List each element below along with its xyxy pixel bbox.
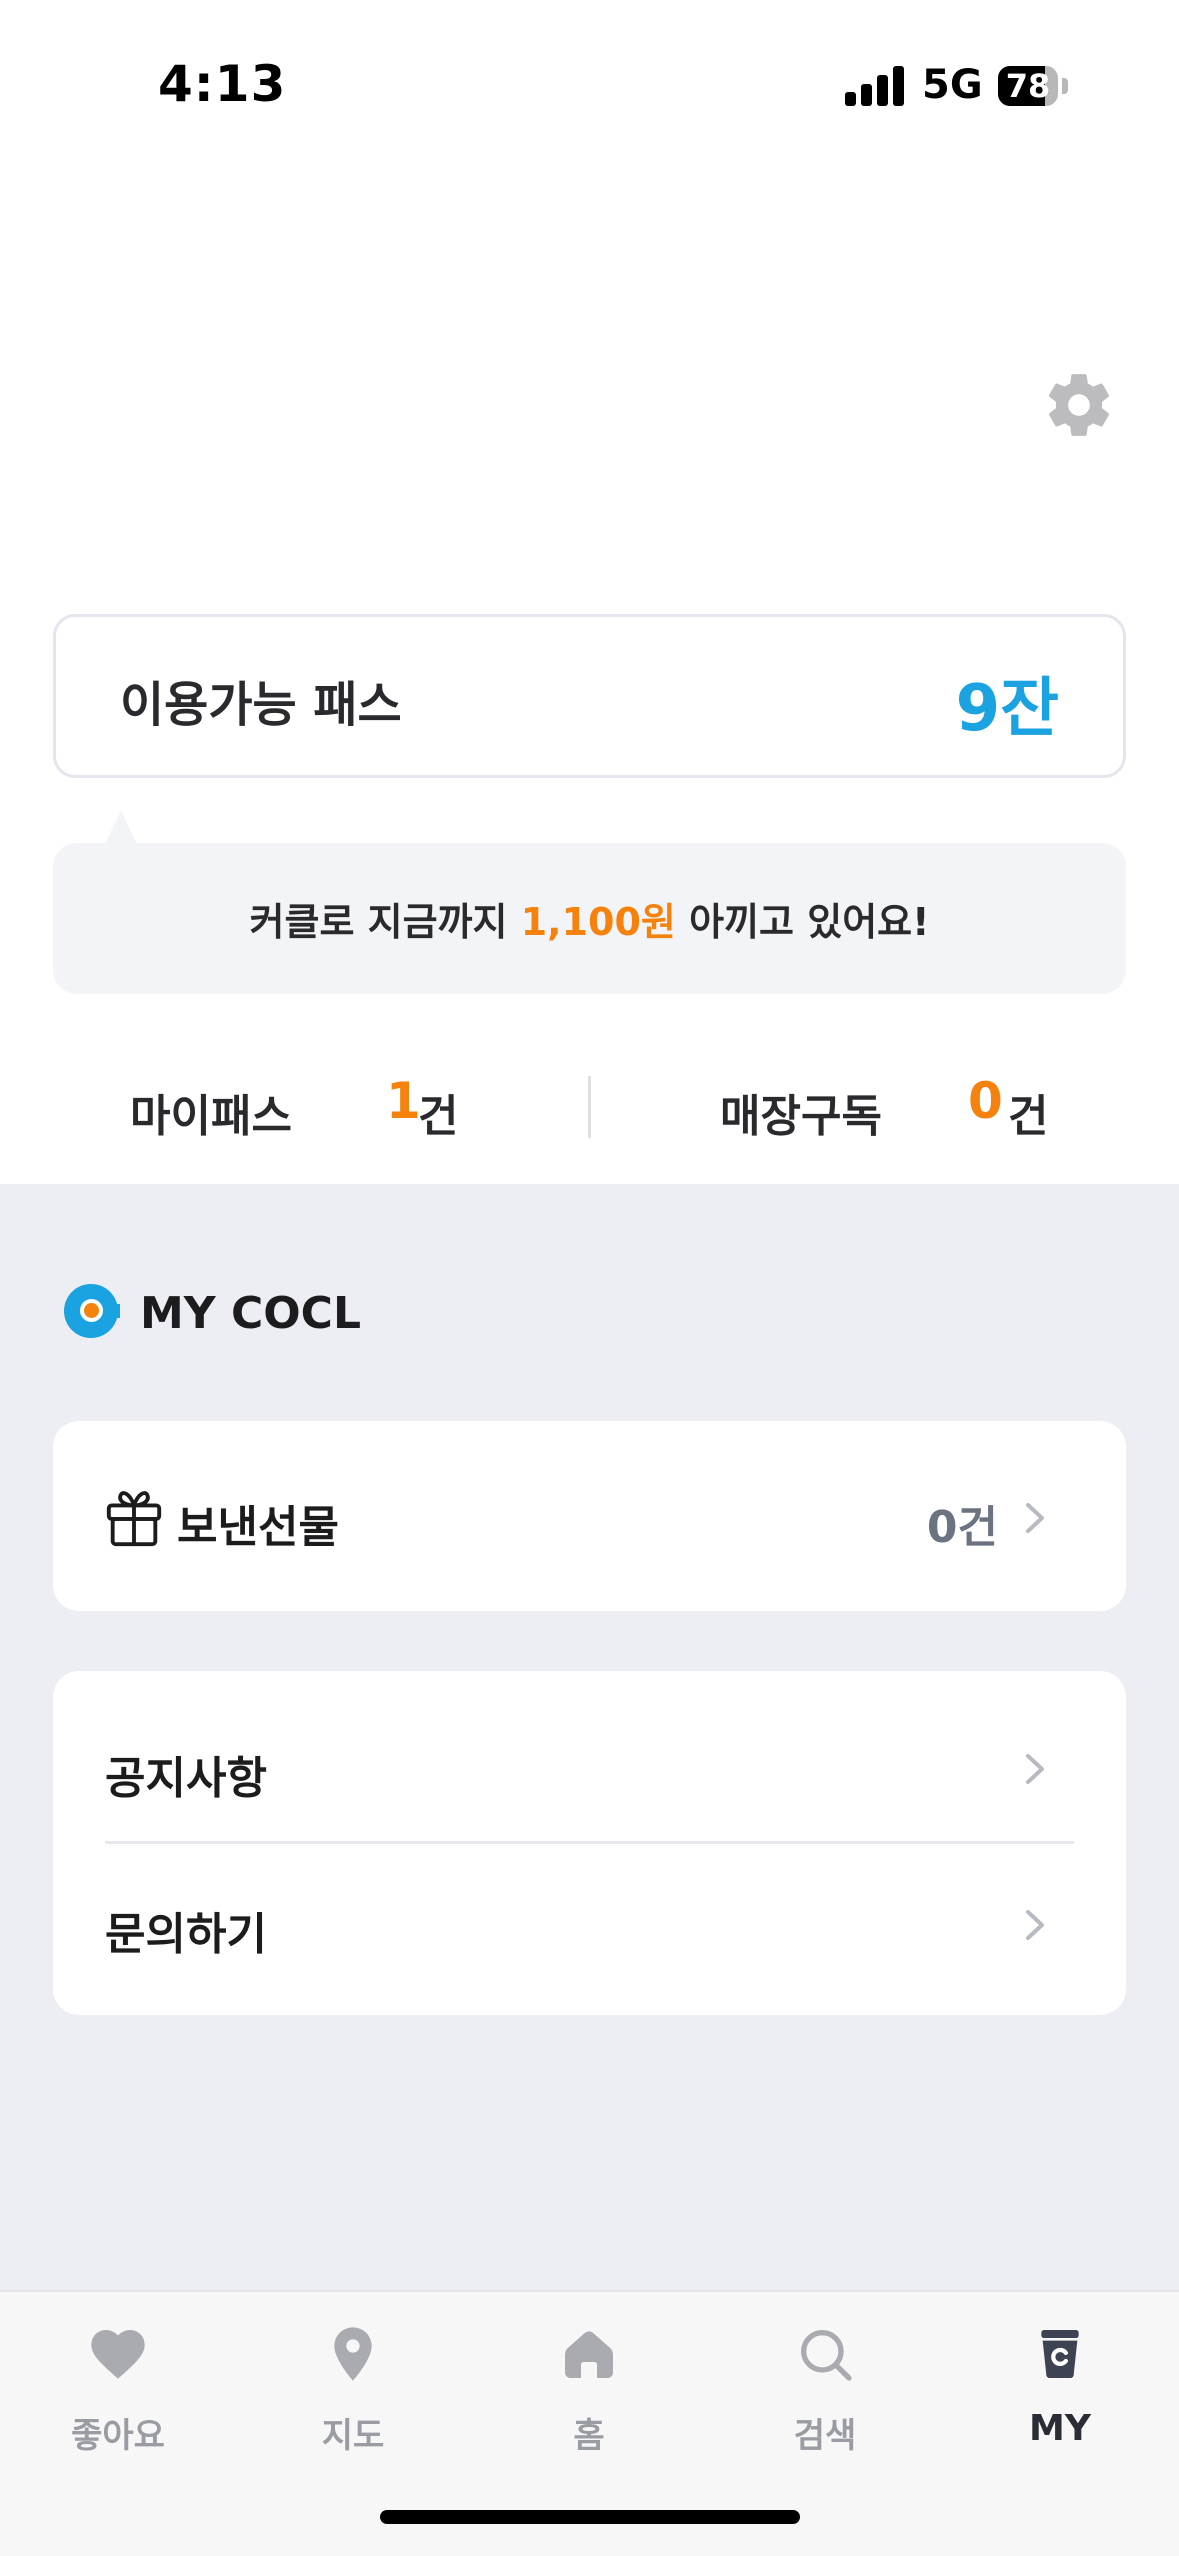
signal-icon (845, 66, 905, 106)
settings-button[interactable] (1042, 368, 1116, 442)
menu-item-inquiry[interactable]: 문의하기 (53, 1844, 1126, 1998)
home-icon (565, 2331, 613, 2378)
available-pass-card[interactable]: 이용가능 패스 9잔 (53, 614, 1126, 778)
status-bar: 4:13 5G 78 (0, 0, 1179, 170)
heart-icon (91, 2330, 145, 2379)
tab-label: 홈 (573, 2416, 605, 2456)
battery-cap (1062, 78, 1068, 94)
count-divider (588, 1076, 591, 1138)
sent-gifts-label: 보낸선물 (177, 1502, 339, 1553)
network-type: 5G (922, 62, 983, 108)
tab-home[interactable]: 홈 (489, 2312, 689, 2462)
mypass-count[interactable]: 1 (386, 1072, 421, 1130)
menu-item-label: 문의하기 (105, 1909, 267, 1960)
tab-my[interactable]: MY (960, 2312, 1160, 2462)
tab-map[interactable]: 지도 (253, 2312, 453, 2462)
tab-label: 검색 (793, 2416, 857, 2456)
store-subscription-label[interactable]: 매장구독 (720, 1080, 882, 1144)
savings-prefix: 커클로 지금까지 (249, 900, 521, 944)
my-cocl-title: MY COCL (140, 1288, 361, 1339)
chevron-right-icon (1026, 1754, 1044, 1784)
store-subscription-unit: 건 (1008, 1091, 1049, 1142)
sent-gifts-row[interactable]: 보낸선물 0건 (53, 1421, 1126, 1611)
chevron-right-icon (1026, 1910, 1044, 1940)
cocl-logo-icon (64, 1284, 120, 1338)
menu-card: 공지사항 문의하기 (53, 1671, 1126, 2015)
status-time: 4:13 (158, 55, 287, 113)
store-subscription-count[interactable]: 0 (968, 1072, 1003, 1130)
gift-icon (106, 1491, 162, 1547)
savings-amount: 1,100원 (520, 900, 676, 944)
tab-label: 좋아요 (71, 2416, 165, 2456)
tab-search[interactable]: 검색 (725, 2312, 925, 2462)
savings-suffix: 아끼고 있어요! (675, 900, 930, 944)
menu-item-label: 공지사항 (105, 1753, 267, 1804)
available-pass-value: 9잔 (955, 672, 1059, 746)
search-icon (801, 2330, 852, 2381)
mypass-unit: 건 (418, 1091, 459, 1142)
tab-label: 지도 (321, 2416, 385, 2456)
map-pin-icon (334, 2327, 372, 2381)
available-pass-label: 이용가능 패스 (120, 677, 402, 733)
pass-counts-row: 마이패스 1 건 매장구독 0 건 (0, 1070, 1179, 1144)
savings-text: 커클로 지금까지 1,100원 아끼고 있어요! (53, 891, 1126, 946)
savings-bubble: 커클로 지금까지 1,100원 아끼고 있어요! (53, 843, 1126, 994)
cup-icon (1041, 2330, 1079, 2378)
tab-label: MY (1029, 2408, 1091, 2449)
bubble-tail (105, 810, 137, 844)
chevron-right-icon (1026, 1503, 1044, 1533)
battery-icon: 78 (998, 66, 1058, 106)
mypass-label[interactable]: 마이패스 (130, 1080, 292, 1144)
menu-item-notices[interactable]: 공지사항 (53, 1688, 1126, 1842)
sent-gifts-count: 0건 (926, 1502, 998, 1553)
home-indicator (380, 2510, 800, 2524)
battery-percent: 78 (1005, 67, 1051, 105)
tab-likes[interactable]: 좋아요 (18, 2312, 218, 2462)
gear-icon (1049, 374, 1109, 436)
